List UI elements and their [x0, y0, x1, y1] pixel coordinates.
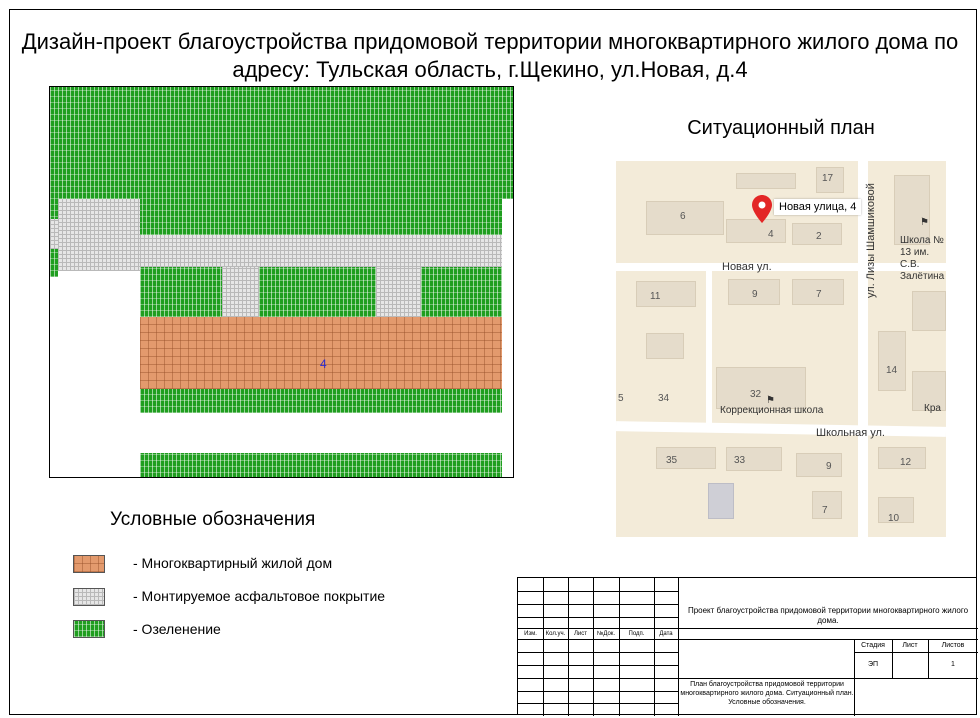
building	[646, 333, 684, 359]
house-label: 2	[816, 231, 822, 242]
building	[736, 173, 796, 189]
location-pin-icon	[752, 195, 772, 223]
grid-line	[518, 617, 678, 618]
grid-line	[543, 578, 544, 716]
green-zone-mid-3	[421, 267, 502, 317]
grid-line	[518, 665, 678, 666]
asphalt-driveway	[140, 235, 502, 267]
stamp-sheet-header: Лист	[902, 642, 918, 649]
house-label: 7	[816, 289, 822, 300]
grid-line	[654, 578, 655, 716]
school-icon: ⚑	[920, 217, 929, 228]
legend-label-asphalt: - Монтируемое асфальтовое покрытие	[133, 588, 386, 604]
house-label: 35	[666, 455, 678, 466]
page-title: Дизайн-проект благоустройства придомовой…	[21, 29, 959, 82]
house-label: 12	[900, 457, 912, 468]
residential-building	[140, 317, 502, 389]
white-area-left	[50, 277, 140, 477]
green-zone-mid-2	[259, 267, 376, 317]
site-plan: 4	[49, 86, 514, 478]
house-label: 4	[768, 229, 774, 240]
house-label: 9	[826, 461, 832, 472]
house-number: 4	[320, 357, 327, 371]
house-label: 5	[618, 393, 624, 404]
green-zone-mid-1	[140, 267, 222, 317]
stamp-stage-header: Стадия	[861, 642, 885, 649]
grid-line	[678, 578, 679, 716]
house-label: 11	[650, 291, 661, 302]
asphalt-parking	[58, 199, 140, 271]
road-side	[706, 271, 712, 424]
legend-swatch-greenery	[73, 620, 105, 638]
building	[912, 291, 946, 331]
house-label: 7	[822, 505, 828, 516]
house-label: 33	[734, 455, 746, 466]
grid-line	[593, 578, 594, 716]
legend-label-greenery: - Озеленение	[133, 621, 221, 637]
stamp-header-doc: №Док.	[596, 631, 616, 637]
stamp-header-kolvo: Кол.уч.	[545, 631, 566, 637]
grid-line	[518, 703, 678, 704]
building-3d	[708, 483, 734, 519]
green-zone-bottom	[140, 453, 502, 477]
stamp-stage-value: ЭП	[867, 661, 879, 668]
stamp-header-list: Лист	[573, 631, 588, 637]
grid-line	[518, 591, 678, 592]
asphalt-small-left	[50, 219, 58, 249]
house-label: 32	[750, 389, 762, 400]
grid-line	[619, 578, 620, 716]
building	[796, 453, 842, 477]
grid-line	[568, 578, 569, 716]
house-label: 10	[888, 513, 900, 524]
situation-map: 17 6 4 2 11 9 7 14 5 34 32 35 33 9 12 7 …	[616, 161, 946, 537]
asphalt-path-1	[222, 267, 259, 317]
road-shkolnaya	[616, 421, 946, 437]
legend-swatch-building	[73, 555, 105, 573]
grid-line	[854, 652, 978, 653]
house-label: 34	[658, 393, 670, 404]
poi-kra: Кра	[924, 403, 941, 414]
white-strip-right	[502, 199, 513, 477]
situation-plan-title: Ситуационный план	[687, 117, 875, 139]
stamp-project-title: Проект благоустройства придомовой террит…	[687, 606, 969, 625]
stamp-sheets-value: 1	[951, 661, 955, 668]
legend-title: Условные обозначения	[110, 509, 316, 530]
stamp-sheet-title: План благоустройства придомовой территор…	[680, 681, 854, 706]
stamp-sheets-header: Листов	[941, 642, 965, 649]
poi-school-13: Школа № 13 им. С.В. Залётина	[900, 235, 945, 282]
building	[656, 447, 716, 469]
white-strip-middle	[140, 413, 502, 453]
stamp-header-podp: Подп.	[628, 631, 645, 637]
house-label: 6	[680, 211, 686, 222]
green-zone-below-house	[140, 389, 502, 413]
legend-label-building: - Многоквартирный жилой дом	[133, 555, 333, 571]
marker-label: Новая улица, 4	[774, 199, 862, 215]
grid-line	[518, 678, 978, 679]
title-block: Изм. Кол.уч. Лист №Док. Подп. Дата Проек…	[517, 577, 978, 716]
grid-line	[518, 639, 978, 640]
street-label-novaya: Новая ул.	[722, 261, 772, 273]
grid-line	[518, 628, 978, 629]
stamp-header-izm: Изм.	[524, 631, 537, 637]
legend-swatch-asphalt	[73, 588, 105, 606]
building	[716, 367, 806, 409]
house-label: 17	[822, 173, 834, 184]
grid-line	[518, 652, 678, 653]
grid-line	[518, 691, 678, 692]
house-label: 14	[886, 365, 898, 376]
road-novaya	[616, 263, 946, 271]
street-label-lizy: ул. Лизы Шамшиковой	[865, 183, 877, 298]
grid-line	[518, 604, 678, 605]
grid-line	[854, 639, 855, 716]
stamp-header-data: Дата	[659, 631, 673, 637]
building	[636, 281, 696, 307]
asphalt-path-2	[376, 267, 421, 317]
building	[878, 331, 906, 391]
poi-correctional-school: Коррекционная школа	[720, 405, 824, 416]
house-label: 9	[752, 289, 758, 300]
street-label-shkolnaya: Школьная ул.	[816, 427, 885, 439]
